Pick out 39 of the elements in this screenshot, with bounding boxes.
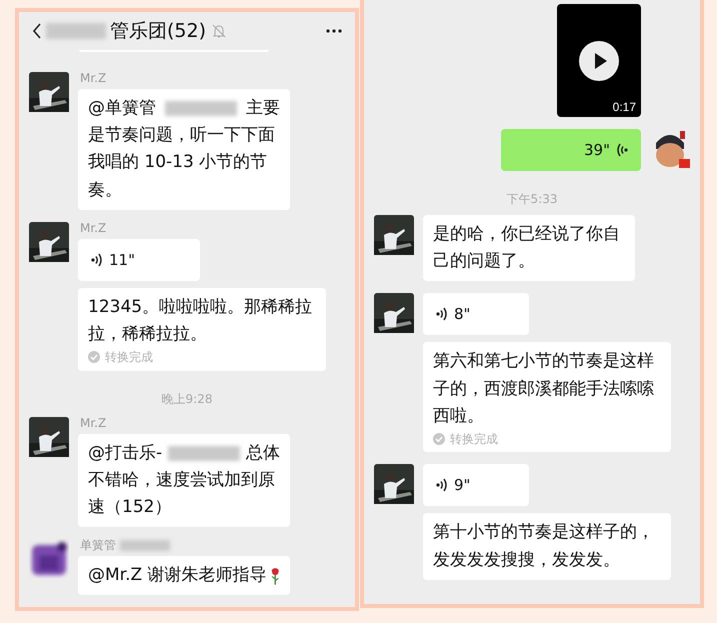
chat-title: 管乐团(52)	[110, 18, 206, 44]
message-text: 主要	[246, 97, 280, 120]
sender-name: 单簧管	[80, 539, 116, 552]
voice-icon	[435, 477, 448, 494]
blurred-patch	[120, 540, 170, 551]
more-icon[interactable]	[325, 28, 343, 34]
blurred-patch	[165, 101, 237, 116]
message-text: 总体	[246, 442, 280, 465]
voice-icon	[435, 306, 448, 322]
message-text: 12345。啦啦啦啦。那稀稀拉拉，稀稀拉拉。	[88, 296, 314, 346]
message-text: 第六和第七小节的节奏是这样子的，西渡郎溪都能手法嗦嗦西啦。	[433, 350, 655, 428]
sender-name: Mr.Z	[80, 416, 106, 429]
voice-icon	[90, 252, 103, 268]
voice-message[interactable]: 39"	[501, 129, 641, 171]
timestamp: 下午5:33	[506, 193, 558, 205]
voice-message[interactable]: 9"	[423, 464, 529, 506]
play-icon	[579, 40, 619, 80]
message-text: 是节奏问题，听一下下面我唱的 10-13 小节的节奏。	[88, 124, 276, 202]
blurred-patch	[46, 22, 106, 39]
status-text: 转换完成	[105, 350, 153, 365]
voice-icon	[616, 142, 629, 158]
message-text: @单簧管	[88, 97, 156, 120]
message-text: 第十小节的节奏是这样子的，发发发发搜搜，发发发。	[433, 521, 655, 572]
message-text: 是的哈，你已经说了你自己的问题了。	[433, 223, 621, 274]
sender-name: Mr.Z	[80, 72, 106, 84]
check-icon	[433, 433, 445, 446]
status-text: 转换完成	[450, 432, 498, 446]
voice-message[interactable]: 11"	[78, 238, 200, 281]
back-icon[interactable]	[31, 22, 42, 40]
video-message[interactable]: 0:17	[557, 4, 641, 117]
rose-icon	[270, 566, 280, 586]
voice-message[interactable]: 8"	[423, 293, 529, 336]
timestamp: 晚上9:28	[162, 392, 212, 405]
message-text: @Mr.Z 谢谢朱老师指导	[88, 564, 267, 588]
sender-name: Mr.Z	[80, 222, 106, 234]
message-text: @打击乐-	[88, 442, 162, 465]
video-duration: 0:17	[612, 101, 636, 113]
check-icon	[88, 351, 100, 364]
message-text: 不错哈，速度尝试加到原速（152）	[88, 468, 276, 519]
